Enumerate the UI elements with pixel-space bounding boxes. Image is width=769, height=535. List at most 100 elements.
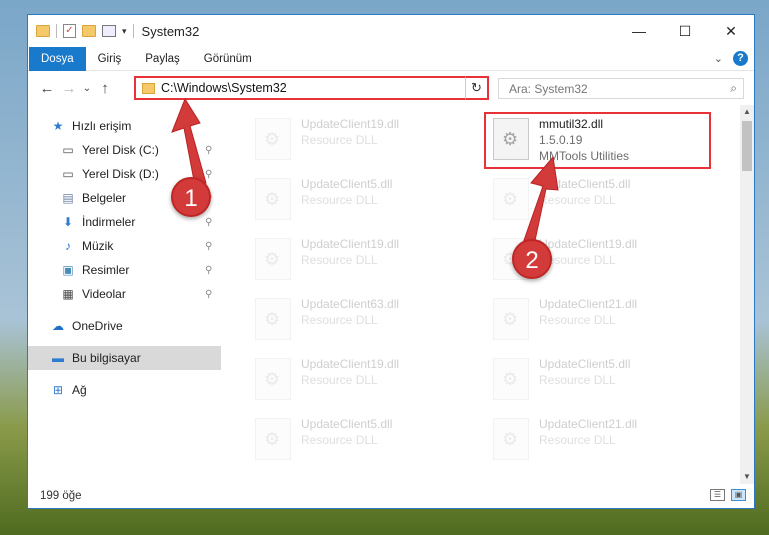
step-badge-2: 2 xyxy=(512,239,552,279)
pin-icon[interactable]: ⚲ xyxy=(205,169,212,180)
file-description: Resource DLL xyxy=(301,133,378,147)
maximize-button[interactable]: ☐ xyxy=(662,15,708,47)
file-item[interactable]: UpdateClient21.dll Resource DLL xyxy=(487,291,697,347)
sidebar-item[interactable]: ▭ Yerel Disk (D:) ⚲ xyxy=(60,163,212,185)
pin-icon[interactable]: ⚲ xyxy=(205,289,212,300)
pin-icon[interactable]: ⚲ xyxy=(205,265,212,276)
file-name: UpdateClient21.dll xyxy=(539,417,638,431)
window-title: System32 xyxy=(141,23,200,39)
sidebar-item[interactable]: ♪ Müzik ⚲ xyxy=(60,235,212,257)
sidebar-item[interactable]: ⬇ İndirmeler ⚲ xyxy=(60,211,212,233)
dll-file-icon xyxy=(493,358,529,400)
tab-share[interactable]: Paylaş xyxy=(133,47,192,71)
address-bar[interactable]: C:\Windows\System32 ⌄ xyxy=(134,76,489,100)
navigation-bar: ← → ⌄ ↑ C:\Windows\System32 ⌄ ↻ Ara: Sys… xyxy=(28,71,754,105)
navigation-pane: ★ Hızlı erişim ▭ Yerel Disk (C:) ⚲ ▭ Yerel Dis… xyxy=(28,105,221,484)
dll-file-icon xyxy=(255,358,291,400)
sidebar-item-label: Bu bilgisayar xyxy=(72,351,141,365)
divider xyxy=(56,24,57,38)
file-item[interactable]: UpdateClient19.dll Resource DLL xyxy=(249,351,459,407)
ribbon-collapse-icon[interactable]: ⌄ xyxy=(714,52,723,65)
scroll-up-icon[interactable]: ▲ xyxy=(740,105,754,119)
item-count: 199 öğe xyxy=(40,490,82,502)
search-input[interactable]: Ara: System32 ⌕ xyxy=(498,78,744,99)
tab-file[interactable]: Dosya xyxy=(29,46,86,71)
properties-check-icon[interactable]: ✓ xyxy=(63,24,76,38)
sidebar-item[interactable]: ▦ Videolar ⚲ xyxy=(60,283,212,305)
file-item[interactable]: UpdateClient19.dll Resource DLL xyxy=(249,111,459,167)
folder-icon xyxy=(142,82,155,94)
sidebar-item[interactable]: ▣ Resimler ⚲ xyxy=(60,259,212,281)
file-highlight-box xyxy=(484,112,711,169)
file-description: Resource DLL xyxy=(539,193,616,207)
customize-dropdown-icon[interactable]: ▾ xyxy=(122,26,127,37)
file-item[interactable]: UpdateClient21.dll Resource DLL xyxy=(487,411,697,467)
scroll-down-icon[interactable]: ▼ xyxy=(740,470,754,484)
ribbon-tabs: Dosya Giriş Paylaş Görünüm ⌄ ? xyxy=(28,46,754,71)
file-description: Resource DLL xyxy=(301,313,378,327)
dll-file-icon xyxy=(255,178,291,220)
file-item[interactable]: UpdateClient5.dll Resource DLL xyxy=(249,171,459,227)
pin-icon[interactable]: ⚲ xyxy=(205,241,212,252)
sidebar-item-label: Hızlı erişim xyxy=(72,119,132,133)
help-icon[interactable]: ? xyxy=(733,51,748,66)
address-path[interactable]: C:\Windows\System32 xyxy=(161,81,469,95)
explorer-window: ✓ ▾ System32 — ☐ ✕ Dosya Giriş Paylaş Gö… xyxy=(27,14,755,509)
computer-icon: ▬ xyxy=(52,351,64,365)
dll-file-icon xyxy=(255,118,291,160)
tab-view[interactable]: Görünüm xyxy=(192,47,264,71)
dll-file-icon xyxy=(255,238,291,280)
sidebar-item-label: Belgeler xyxy=(82,191,127,205)
details-view-icon[interactable]: ☰ xyxy=(710,489,725,501)
up-button[interactable]: ↑ xyxy=(94,80,116,97)
sidebar-item[interactable]: ▭ Yerel Disk (C:) ⚲ xyxy=(60,139,212,161)
sidebar-item[interactable]: ▬ Bu bilgisayar xyxy=(50,347,141,369)
file-item[interactable]: UpdateClient5.dll Resource DLL xyxy=(487,351,697,407)
divider xyxy=(132,24,134,38)
scroll-thumb[interactable] xyxy=(742,121,752,171)
sidebar-item-label: OneDrive xyxy=(72,319,123,333)
sidebar-item-label: Resimler xyxy=(82,263,130,277)
customize-icon[interactable] xyxy=(102,25,116,37)
downloads-icon: ⬇ xyxy=(62,215,74,229)
drive-icon: ▭ xyxy=(62,167,74,181)
sidebar-item[interactable]: ⊞ Ağ xyxy=(50,379,87,401)
close-button[interactable]: ✕ xyxy=(708,15,754,47)
refresh-button[interactable]: ↻ xyxy=(465,76,489,100)
back-button[interactable]: ← xyxy=(36,80,58,97)
file-description: Resource DLL xyxy=(539,313,616,327)
file-name: UpdateClient19.dll xyxy=(301,357,400,371)
file-item[interactable]: UpdateClient19.dll Resource DLL xyxy=(249,231,459,287)
star-icon: ★ xyxy=(52,119,64,133)
large-icons-view-icon[interactable]: ▣ xyxy=(731,489,746,501)
pin-icon[interactable]: ⚲ xyxy=(205,217,212,228)
quick-access-toolbar: ✓ ▾ xyxy=(36,24,134,38)
file-description: Resource DLL xyxy=(301,253,378,267)
file-description: Resource DLL xyxy=(539,373,616,387)
file-name: UpdateClient19.dll xyxy=(301,117,400,131)
vertical-scrollbar[interactable]: ▲ ▼ xyxy=(740,105,754,484)
dll-file-icon xyxy=(493,418,529,460)
file-item[interactable]: UpdateClient63.dll Resource DLL xyxy=(249,291,459,347)
file-name: UpdateClient19.dll xyxy=(301,237,400,251)
new-folder-icon[interactable] xyxy=(82,25,96,37)
search-placeholder: Ara: System32 xyxy=(509,81,588,96)
file-description: Resource DLL xyxy=(301,193,378,207)
pin-icon[interactable]: ⚲ xyxy=(205,145,212,156)
sidebar-item-label: Yerel Disk (C:) xyxy=(82,143,159,157)
tab-home[interactable]: Giriş xyxy=(86,47,134,71)
sidebar-item[interactable]: ▤Belgeler⚲ xyxy=(60,187,212,209)
sidebar-item[interactable]: ☁ OneDrive xyxy=(50,315,123,337)
dll-file-icon xyxy=(493,178,529,220)
search-icon[interactable]: ⌕ xyxy=(730,81,737,96)
sidebar-item[interactable]: ★ Hızlı erişim xyxy=(50,115,132,137)
forward-button[interactable]: → xyxy=(58,80,80,97)
file-item[interactable]: UpdateClient5.dll Resource DLL xyxy=(487,171,697,227)
recent-locations-icon[interactable]: ⌄ xyxy=(80,83,94,94)
file-name: UpdateClient21.dll xyxy=(539,297,638,311)
file-item[interactable]: UpdateClient5.dll Resource DLL xyxy=(249,411,459,467)
file-description: Resource DLL xyxy=(539,253,616,267)
step-badge-1: 1 xyxy=(171,177,211,217)
status-bar: 199 öğe ☰ ▣ xyxy=(28,484,754,508)
minimize-button[interactable]: — xyxy=(616,15,662,47)
